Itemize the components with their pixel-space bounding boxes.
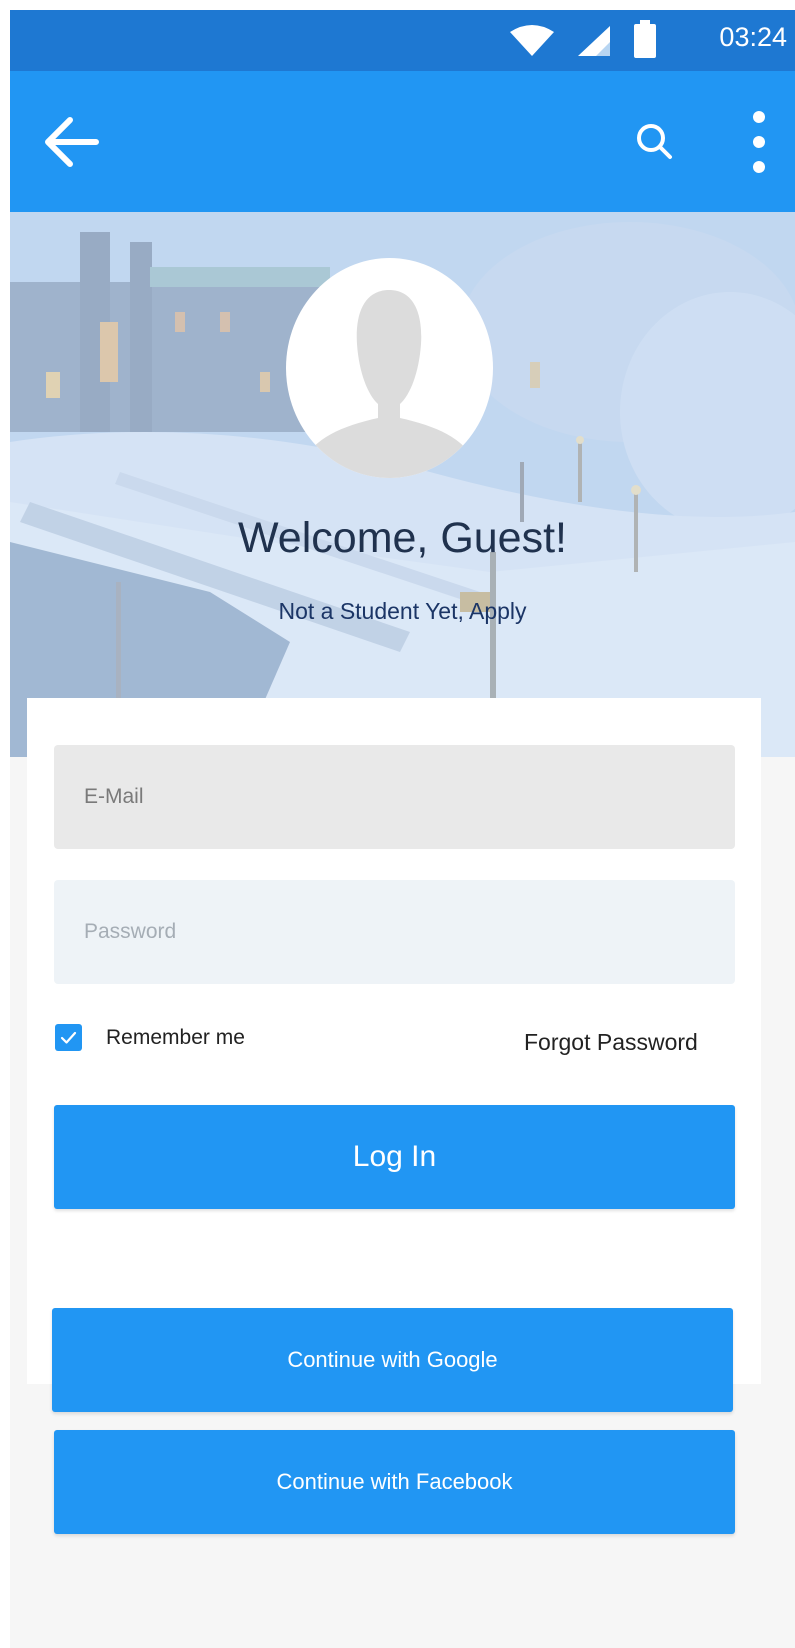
search-button[interactable]: [632, 119, 678, 165]
more-vertical-icon: [753, 111, 765, 173]
continue-with-google-button[interactable]: Continue with Google: [52, 1308, 733, 1412]
welcome-heading: Welcome, Guest!: [238, 514, 567, 562]
search-icon: [637, 124, 672, 159]
avatar[interactable]: [286, 258, 493, 478]
app-bar: [10, 71, 795, 212]
login-button[interactable]: Log In: [54, 1105, 735, 1209]
forgot-password-link[interactable]: Forgot Password: [524, 1029, 698, 1056]
password-field[interactable]: [54, 880, 735, 984]
password-input[interactable]: [54, 880, 735, 984]
person-silhouette-icon: [302, 290, 476, 478]
arrow-left-icon: [45, 117, 99, 167]
cell-signal-icon: [578, 26, 610, 56]
continue-with-facebook-button[interactable]: Continue with Facebook: [54, 1430, 735, 1534]
login-screen: 03:24 Welcome, Guest! Not a Student Yet,…: [10, 10, 795, 1648]
checkmark-icon: [60, 1031, 77, 1044]
status-time: 03:24: [719, 22, 787, 52]
hero-banner: Welcome, Guest! Not a Student Yet, Apply: [10, 212, 795, 757]
wifi-icon: [510, 25, 554, 56]
apply-link[interactable]: Not a Student Yet, Apply: [10, 598, 795, 625]
back-button[interactable]: [36, 107, 106, 177]
email-field[interactable]: [54, 745, 735, 849]
remember-me-checkbox[interactable]: [55, 1024, 82, 1051]
more-options-button[interactable]: [744, 107, 774, 177]
battery-icon: [634, 20, 656, 58]
email-input[interactable]: [54, 745, 735, 849]
status-bar: 03:24: [10, 10, 795, 71]
remember-me-label[interactable]: Remember me: [106, 1026, 245, 1050]
